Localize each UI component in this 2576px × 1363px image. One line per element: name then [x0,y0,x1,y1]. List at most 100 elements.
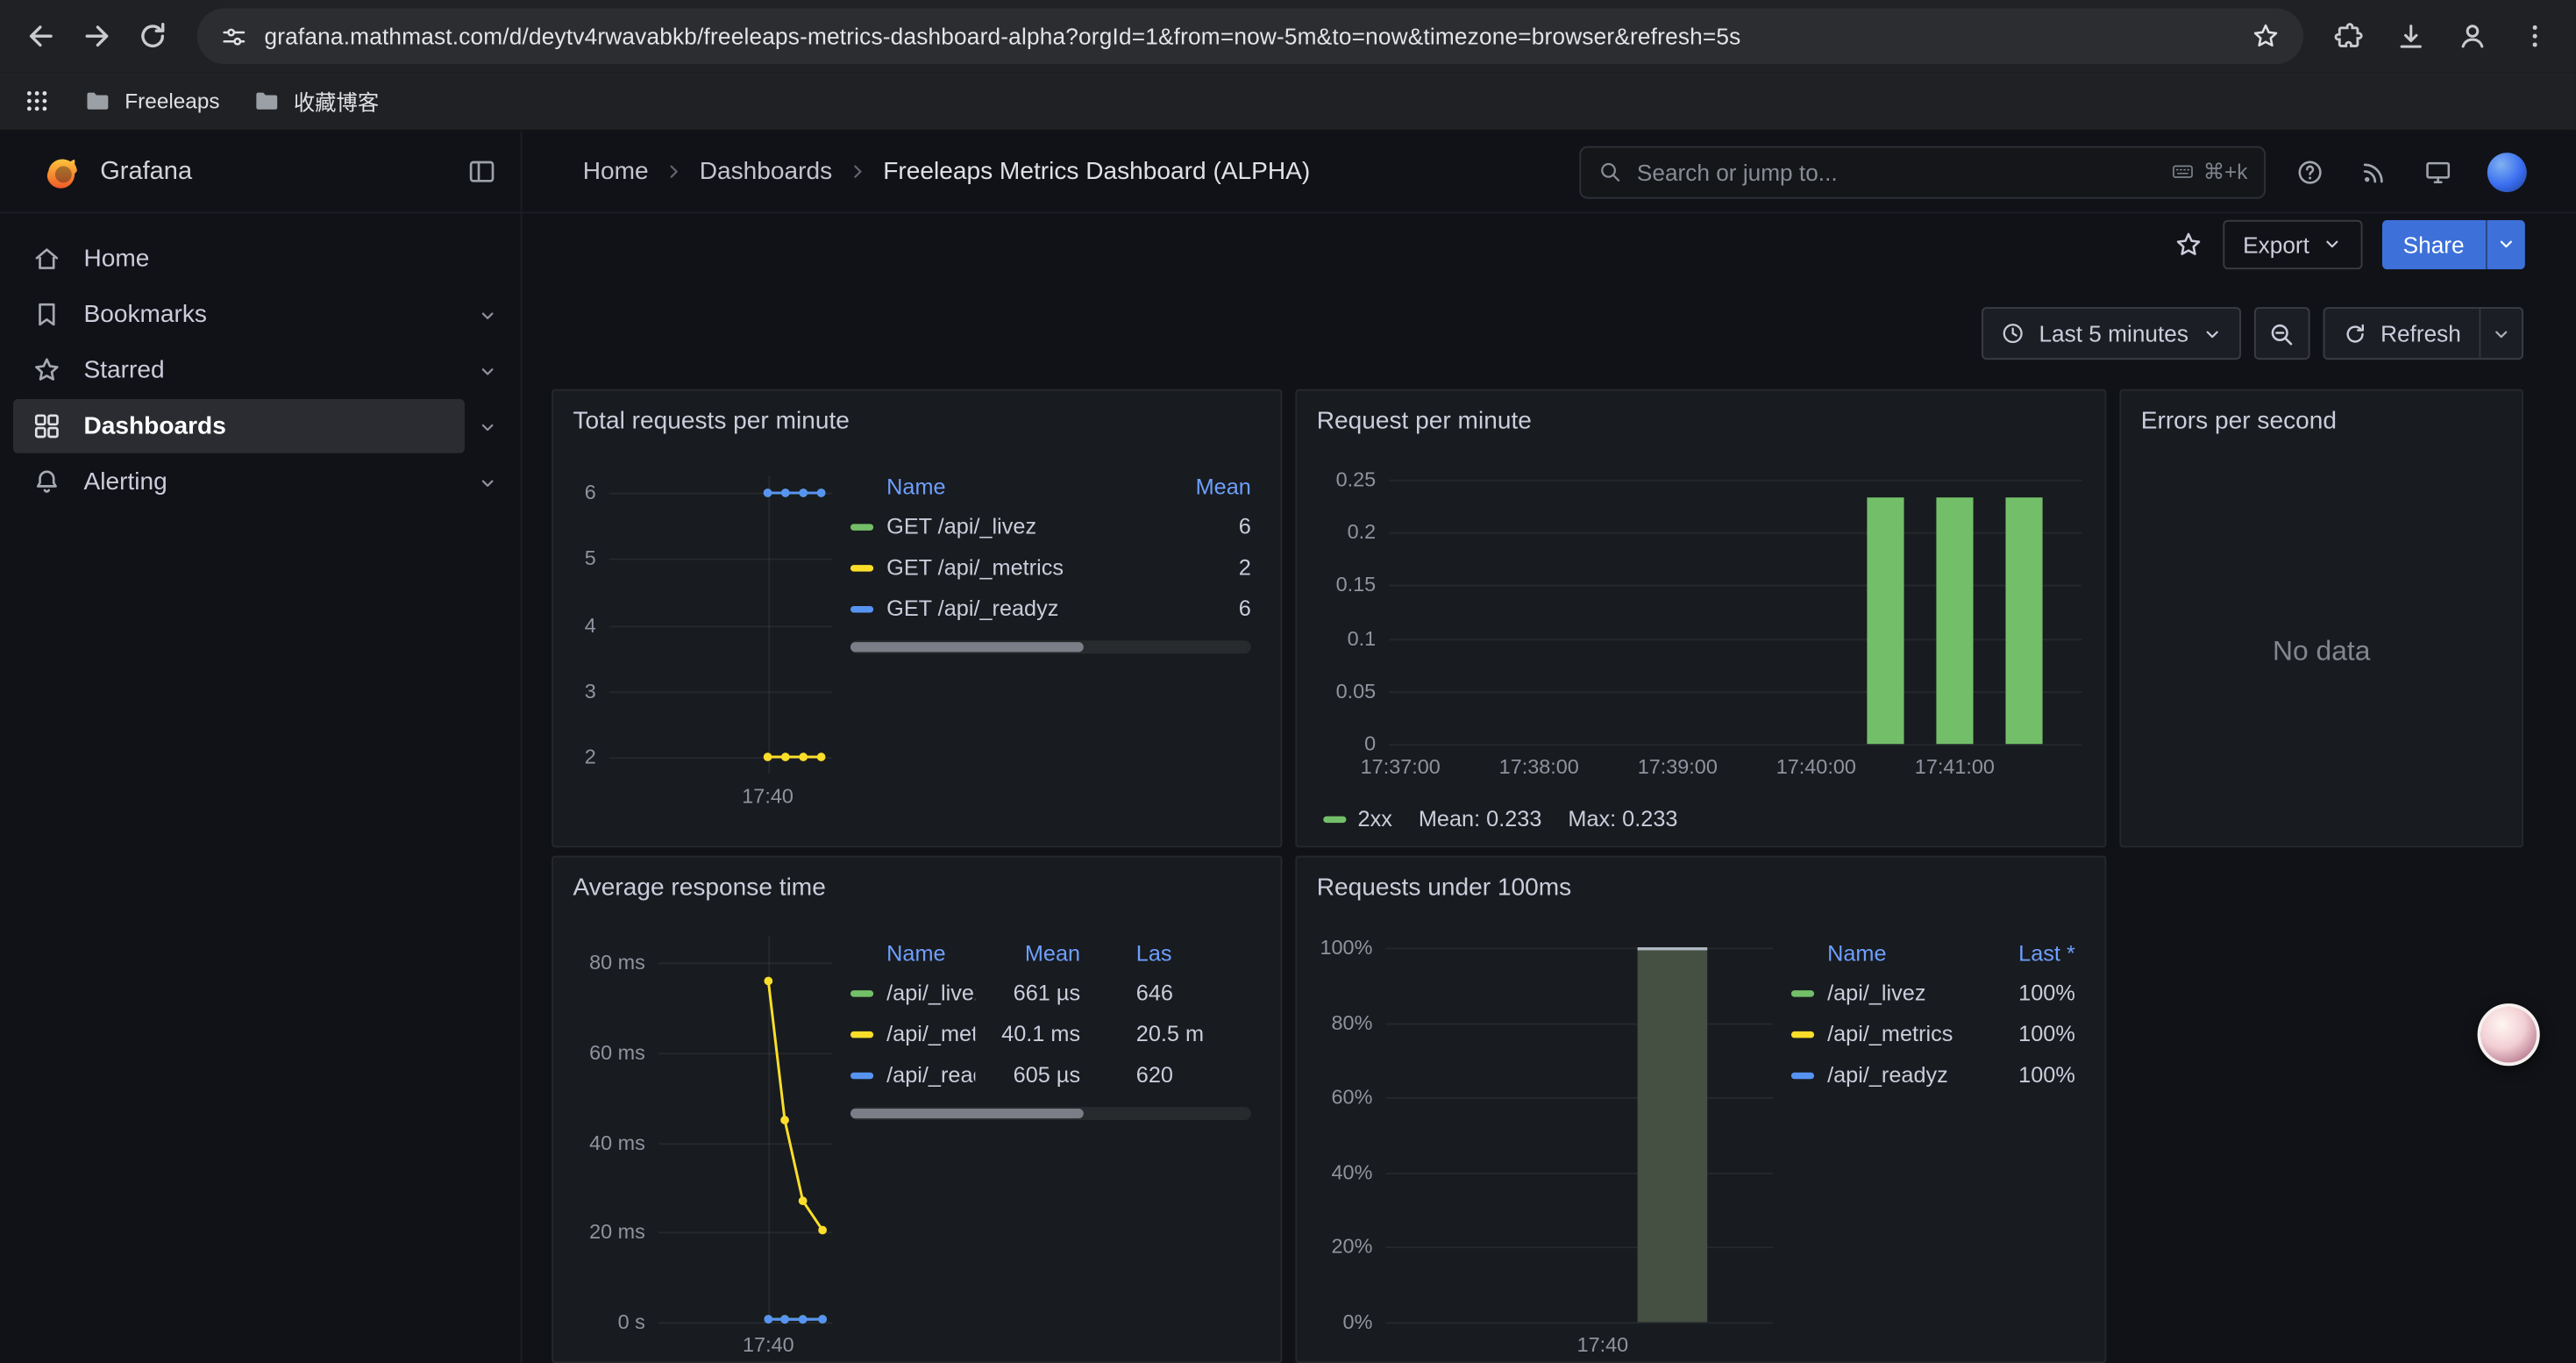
scrollbar-thumb[interactable] [850,642,1083,652]
legend-row[interactable]: /api/_livez100% [1791,973,2075,1014]
chevron-right-icon [847,161,868,182]
rss-icon[interactable] [2359,157,2389,187]
back-button[interactable] [13,8,69,64]
bookmark-blog-folder[interactable]: 收藏博客 [253,85,379,117]
legend-header[interactable]: NameMeanLas [850,933,1251,973]
legend-header[interactable]: NameMean [850,467,1251,506]
no-data-message: No data [2121,457,2522,846]
forward-button[interactable] [69,8,125,64]
browser-toolbar: grafana.mathmast.com/d/deytv4rwavabkb/fr… [0,0,2576,72]
series-name[interactable]: /api/_livez [1827,981,1925,1005]
bookmark-star-icon[interactable] [2251,21,2281,51]
legend-row[interactable]: GET /api/_metrics 2 [850,547,1251,589]
legend-scrollbar[interactable] [850,1107,1251,1120]
legend-table: NameMeanLas/api/_livez661 µs646/api/_met… [845,923,1267,1361]
brand-title: Grafana [100,157,192,187]
series-name[interactable]: GET /api/_readyz [886,596,1058,621]
user-avatar[interactable] [2487,152,2527,191]
series-color-dash [850,564,873,570]
series-value: 6 [1149,514,1251,539]
floating-avatar[interactable] [2478,1003,2540,1066]
legend-row[interactable]: /api/_readyz605 µs620 [850,1054,1251,1095]
scrollbar-thumb[interactable] [850,1109,1083,1118]
chevron-down-icon[interactable] [465,415,510,438]
zoom-out-button[interactable] [2254,307,2310,360]
panel-requests-under-100ms: Requests under 100ms 100%80%60%40%20%0%1… [1295,856,2106,1363]
series-value: 2 [1149,555,1251,580]
panel-title[interactable]: Request per minute [1297,391,2104,439]
reload-button[interactable] [125,8,181,64]
url-bar[interactable]: grafana.mathmast.com/d/deytv4rwavabkb/fr… [197,8,2303,64]
monitor-icon[interactable] [2423,157,2453,187]
breadcrumb-home[interactable]: Home [583,158,649,186]
sidebar-item-label: Home [83,245,149,273]
export-button[interactable]: Export [2224,219,2362,268]
extensions-icon[interactable] [2320,8,2376,64]
sidebar-item-alerting[interactable]: Alerting [13,455,465,510]
keyboard-icon [2170,160,2195,184]
series-name[interactable]: /api/_livez [886,981,975,1005]
chevron-right-icon [664,161,685,182]
favorite-star-button[interactable] [2174,229,2204,259]
bar-chart[interactable]: 0.250.20.150.10.05017:37:0017:38:0017:39… [1310,457,2095,797]
panel-errors-per-second: Errors per second No data [2119,389,2523,847]
profile-avatar[interactable] [2444,8,2501,64]
series-color-dash [1791,1072,1814,1078]
series-color-dash [850,605,873,611]
legend-header[interactable]: NameLast * [1791,933,2075,973]
series-name[interactable]: /api/_readyz [1827,1063,1948,1088]
time-series-chart[interactable]: 80 ms60 ms40 ms20 ms0 s17:40 [566,923,845,1350]
refresh-button[interactable]: Refresh [2323,307,2524,360]
downloads-icon[interactable] [2382,8,2438,64]
chevron-down-icon[interactable] [465,359,510,382]
legend-row[interactable]: /api/_metrics40.1 ms20.5 m [850,1013,1251,1054]
menu-kebab-icon[interactable] [2507,8,2563,64]
share-button[interactable]: Share [2381,219,2525,268]
sidebar-item-starred[interactable]: Starred [13,343,465,397]
legend-item: Mean: 0.233 [1419,806,1542,831]
refresh-interval-dropdown[interactable] [2479,309,2522,358]
apps-grid-icon[interactable] [23,87,51,115]
series-name[interactable]: GET /api/_livez [886,514,1036,539]
time-range-picker[interactable]: Last 5 minutes [1982,307,2241,360]
sidebar-item-home[interactable]: Home [13,232,465,286]
panel-average-response-time: Average response time 80 ms60 ms40 ms20 … [551,856,1282,1363]
series-color-dash [1791,1031,1814,1037]
sidebar-header: Grafana [0,132,521,214]
grafana-logo[interactable] [39,150,82,193]
search-input[interactable]: Search or jump to... ⌘+k [1579,146,2266,198]
series-name[interactable]: GET /api/_metrics [886,555,1064,580]
panel-request-per-minute: Request per minute 0.250.20.150.10.05017… [1295,389,2106,847]
sidebar-item-bookmarks[interactable]: Bookmarks [13,288,465,342]
sidebar-toggle-icon[interactable] [466,156,498,188]
series-name[interactable]: /api/_metrics [886,1022,975,1046]
panel-title[interactable]: Requests under 100ms [1297,857,2104,904]
panel-title[interactable]: Errors per second [2121,391,2522,439]
bar-chart[interactable]: 100%80%60%40%20%0%17:40 [1310,923,1786,1350]
legend-item[interactable]: 2xx [1323,806,1392,831]
legend-row[interactable]: GET /api/_readyz6 [850,588,1251,629]
sidebar-item-label: Dashboards [83,412,225,440]
home-icon [30,242,62,275]
legend-row[interactable]: /api/_readyz100% [1791,1054,2075,1095]
series-name[interactable]: /api/_metrics [1827,1022,1953,1046]
legend-row[interactable]: /api/_livez661 µs646 [850,973,1251,1014]
legend-scrollbar[interactable] [850,640,1251,653]
chevron-down-icon [2202,323,2223,344]
legend-row[interactable]: /api/_metrics100% [1791,1013,2075,1054]
bookmark-freeleaps[interactable]: Freeleaps [83,87,219,115]
star-icon [30,354,62,387]
panel-title[interactable]: Total requests per minute [553,391,1281,439]
url-text[interactable]: grafana.mathmast.com/d/deytv4rwavabkb/fr… [264,23,2234,49]
site-settings-icon[interactable] [220,22,248,50]
time-series-chart[interactable]: 6543217:40 [566,457,845,843]
help-icon[interactable] [2295,157,2325,187]
chevron-down-icon[interactable] [465,303,510,325]
series-name[interactable]: /api/_readyz [886,1063,975,1088]
sidebar-item-dashboards[interactable]: Dashboards [13,399,465,453]
share-dropdown-icon[interactable] [2486,219,2525,268]
breadcrumb-dashboards[interactable]: Dashboards [700,158,832,186]
panel-title[interactable]: Average response time [553,857,1281,904]
chevron-down-icon[interactable] [465,470,510,493]
legend-row[interactable]: GET /api/_livez 6 [850,506,1251,547]
